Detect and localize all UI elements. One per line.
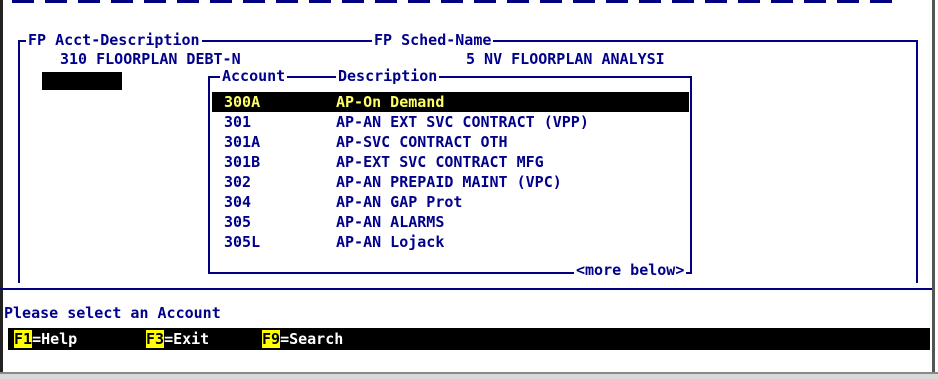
status-message: Please select an Account xyxy=(4,304,221,322)
account-row[interactable]: 301 AP-AN EXT SVC CONTRACT (VPP) xyxy=(212,112,689,132)
account-description: AP-SVC CONTRACT OTH xyxy=(336,133,508,151)
account-description: AP-AN Lojack xyxy=(336,233,445,251)
account-description: AP-EXT SVC CONTRACT MFG xyxy=(336,153,544,171)
account-row[interactable]: 301B AP-EXT SVC CONTRACT MFG xyxy=(212,152,689,172)
f1-key-label: F1 xyxy=(14,330,33,348)
account-code: 302 xyxy=(224,173,252,191)
column-header-description: Description xyxy=(336,67,440,85)
input-field[interactable] xyxy=(42,72,122,90)
sched-name-value: 5 NV FLOORPLAN ANALYSI xyxy=(466,50,665,68)
f3-key-label: F3 xyxy=(146,330,165,348)
account-description: AP-AN EXT SVC CONTRACT (VPP) xyxy=(336,113,589,131)
acct-desc-value: 310 FLOORPLAN DEBT-N xyxy=(60,50,241,68)
sched-name-label: FP Sched-Name xyxy=(372,31,494,49)
f3-exit-key[interactable]: F3=Exit xyxy=(146,330,209,348)
more-below-indicator: <more below> xyxy=(574,261,687,279)
f9-search-key[interactable]: F9=Search xyxy=(262,330,343,348)
account-code: 301B xyxy=(224,153,261,171)
account-code: 301A xyxy=(224,133,261,151)
column-header-account: Account xyxy=(220,67,288,85)
account-code: 305L xyxy=(224,233,261,251)
window-left-border xyxy=(0,0,3,379)
f9-key-action: =Search xyxy=(280,330,344,348)
f9-key-label: F9 xyxy=(262,330,281,348)
window-bottom-border xyxy=(0,372,938,379)
account-description: AP-AN PREPAID MAINT (VPC) xyxy=(336,173,562,191)
account-row-selected[interactable]: 300A AP-On Demand xyxy=(212,92,689,112)
account-row[interactable]: 305 AP-AN ALARMS xyxy=(212,212,689,232)
f1-help-key[interactable]: F1=Help xyxy=(14,330,77,348)
window-right-border xyxy=(932,0,935,379)
account-description: AP-AN GAP Prot xyxy=(336,193,463,211)
account-row[interactable]: 302 AP-AN PREPAID MAINT (VPC) xyxy=(212,172,689,192)
top-dashed-border xyxy=(12,0,920,8)
f3-key-action: =Exit xyxy=(164,330,210,348)
account-description: AP-AN ALARMS xyxy=(336,213,445,231)
f1-key-action: =Help xyxy=(32,330,78,348)
account-row[interactable]: 301A AP-SVC CONTRACT OTH xyxy=(212,132,689,152)
account-code: 300A xyxy=(224,93,261,111)
account-code: 301 xyxy=(224,113,252,131)
account-row[interactable]: 305L AP-AN Lojack xyxy=(212,232,689,252)
account-code: 305 xyxy=(224,213,252,231)
acct-desc-label: FP Acct-Description xyxy=(26,31,202,49)
account-row[interactable]: 304 AP-AN GAP Prot xyxy=(212,192,689,212)
account-description: AP-On Demand xyxy=(336,93,445,111)
status-divider xyxy=(0,288,932,290)
account-code: 304 xyxy=(224,193,252,211)
